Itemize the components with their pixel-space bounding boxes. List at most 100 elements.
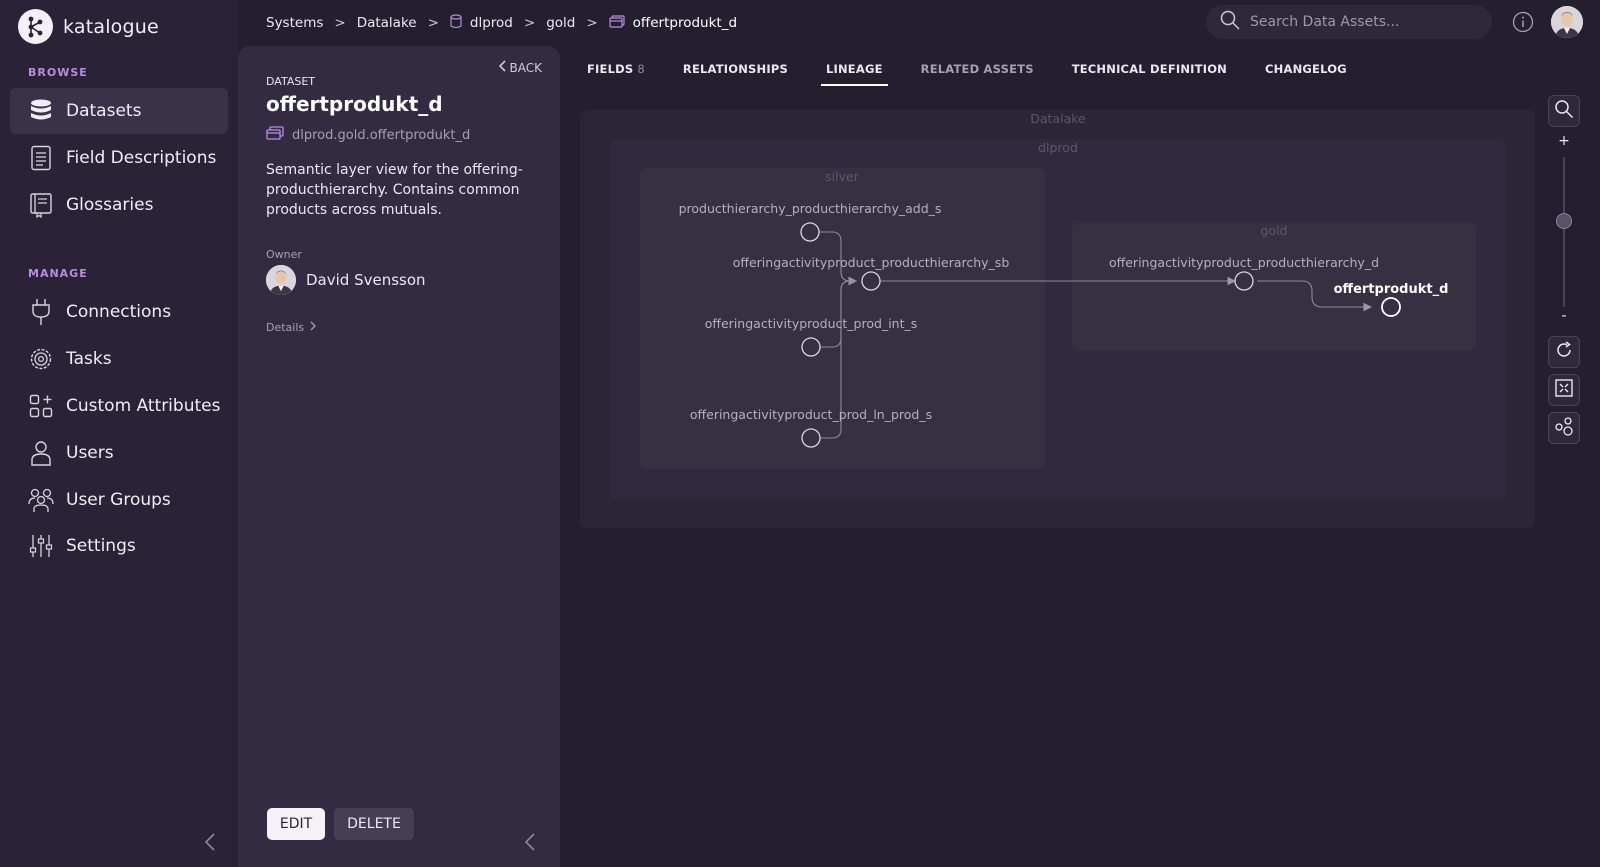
sidebar-item-connections[interactable]: Connections bbox=[10, 289, 228, 335]
sidebar-item-label: User Groups bbox=[66, 490, 171, 510]
asset-type-label: DATASET bbox=[266, 75, 315, 88]
view-icon bbox=[609, 14, 625, 32]
lineage-canvas[interactable]: Datalake dlprod silver gold producthiera… bbox=[560, 92, 1600, 867]
zoom-in-button[interactable]: + bbox=[1548, 133, 1580, 149]
collapse-panel-button[interactable] bbox=[520, 832, 540, 856]
owner-name: David Svensson bbox=[306, 271, 426, 289]
sidebar-item-glossaries[interactable]: Glossaries bbox=[10, 182, 228, 228]
tab-fields[interactable]: FIELDS 8 bbox=[582, 60, 650, 86]
dataset-title: offertprodukt_d bbox=[266, 92, 443, 116]
reset-view-button[interactable] bbox=[1548, 336, 1580, 368]
gear-icon bbox=[28, 346, 54, 372]
group-label-silver: silver bbox=[825, 169, 860, 184]
search-input[interactable] bbox=[1250, 14, 1480, 30]
node-circle[interactable] bbox=[861, 271, 881, 291]
zoom-out-button[interactable]: - bbox=[1548, 308, 1580, 324]
group-label-dlprod: dlprod bbox=[1038, 140, 1078, 155]
tab-lineage[interactable]: LINEAGE bbox=[820, 60, 888, 86]
breadcrumb-item-current: offertprodukt_d bbox=[609, 14, 738, 32]
breadcrumb-item-dlprod[interactable]: dlprod bbox=[450, 13, 513, 33]
search-bar[interactable] bbox=[1206, 5, 1492, 39]
sliders-icon bbox=[28, 533, 54, 559]
manage-section-title: MANAGE bbox=[28, 267, 88, 280]
delete-button[interactable]: DELETE bbox=[334, 808, 414, 840]
plug-icon bbox=[28, 299, 54, 325]
app-logo[interactable]: katalogue bbox=[18, 9, 159, 44]
tab-related-assets[interactable]: RELATED ASSETS bbox=[916, 60, 1039, 86]
sidebar-item-tasks[interactable]: Tasks bbox=[10, 336, 228, 382]
owner[interactable]: David Svensson bbox=[266, 265, 426, 295]
node-circle[interactable] bbox=[801, 428, 821, 448]
sidebar-item-custom-attributes[interactable]: Custom Attributes bbox=[10, 383, 228, 429]
layout-button[interactable] bbox=[1548, 412, 1580, 444]
node-circle[interactable] bbox=[1381, 297, 1401, 317]
chevron-left-icon bbox=[498, 60, 506, 75]
breadcrumb-item-datalake[interactable]: Datalake bbox=[357, 15, 417, 31]
node-circle[interactable] bbox=[801, 337, 821, 357]
zoom-slider-track[interactable] bbox=[1563, 157, 1565, 307]
back-button[interactable]: BACK bbox=[498, 60, 542, 75]
sidebar-item-users[interactable]: Users bbox=[10, 430, 228, 476]
node-circle[interactable] bbox=[1234, 271, 1254, 291]
zoom-search-button[interactable] bbox=[1548, 95, 1580, 127]
dataset-path: dlprod.gold.offertprodukt_d bbox=[266, 126, 470, 144]
breadcrumb-item-gold[interactable]: gold bbox=[546, 15, 575, 31]
info-icon bbox=[1512, 11, 1534, 37]
tab-technical-definition[interactable]: TECHNICAL DEFINITION bbox=[1067, 60, 1232, 86]
tab-label: FIELDS bbox=[587, 62, 634, 76]
database-icon bbox=[28, 98, 54, 124]
shapes-icon bbox=[28, 393, 54, 419]
katalogue-logo-icon bbox=[18, 9, 53, 44]
breadcrumb-label: offertprodukt_d bbox=[632, 15, 738, 31]
fit-view-button[interactable] bbox=[1548, 374, 1580, 406]
sidebar-item-datasets[interactable]: Datasets bbox=[10, 88, 228, 134]
chevron-right-icon bbox=[310, 321, 317, 334]
zoom-slider-handle[interactable] bbox=[1556, 213, 1572, 229]
back-label: BACK bbox=[509, 60, 542, 75]
breadcrumb-separator: > bbox=[427, 15, 439, 31]
sidebar-item-label: Settings bbox=[66, 536, 136, 556]
sidebar-item-label: Users bbox=[66, 443, 114, 463]
fit-screen-icon bbox=[1554, 378, 1574, 402]
tab-bar: FIELDS 8 RELATIONSHIPS LINEAGE RELATED AS… bbox=[582, 60, 1380, 86]
owner-label: Owner bbox=[266, 248, 302, 261]
group-label-datalake: Datalake bbox=[1030, 111, 1086, 126]
sidebar-item-user-groups[interactable]: User Groups bbox=[10, 477, 228, 523]
node-label: producthierarchy_producthierarchy_add_s bbox=[679, 201, 942, 216]
breadcrumb-item-systems[interactable]: Systems bbox=[266, 15, 323, 31]
group-label-gold: gold bbox=[1261, 223, 1288, 238]
chevron-left-icon bbox=[524, 832, 536, 856]
node-label: offeringactivityproduct_prod_int_s bbox=[705, 316, 918, 331]
sidebar-item-label: Connections bbox=[66, 302, 172, 322]
node-label: offertprodukt_d bbox=[1334, 282, 1449, 297]
user-icon bbox=[28, 440, 54, 466]
app-name: katalogue bbox=[63, 15, 159, 38]
node-label: offeringactivityproduct_producthierarchy… bbox=[733, 255, 1010, 270]
breadcrumb-separator: > bbox=[334, 15, 346, 31]
chevron-left-icon bbox=[204, 832, 216, 856]
fields-count: 8 bbox=[637, 62, 645, 76]
edit-button[interactable]: EDIT bbox=[267, 808, 325, 840]
users-icon bbox=[28, 487, 54, 513]
view-icon bbox=[266, 126, 284, 144]
sidebar-item-label: Field Descriptions bbox=[66, 148, 217, 168]
sidebar-item-settings[interactable]: Settings bbox=[10, 523, 228, 569]
details-toggle[interactable]: Details bbox=[266, 321, 317, 334]
sidebar-item-label: Custom Attributes bbox=[66, 396, 221, 416]
sidebar-item-field-descriptions[interactable]: Field Descriptions bbox=[10, 135, 228, 181]
info-button[interactable] bbox=[1512, 11, 1534, 33]
database-small-icon bbox=[450, 13, 462, 33]
document-icon bbox=[28, 145, 54, 171]
dataset-detail-panel: BACK DATASET offertprodukt_d dlprod.gold… bbox=[238, 46, 560, 867]
user-avatar[interactable] bbox=[1551, 6, 1583, 38]
browse-section-title: BROWSE bbox=[28, 66, 88, 79]
tab-relationships[interactable]: RELATIONSHIPS bbox=[678, 60, 793, 86]
breadcrumb: Systems > Datalake > dlprod > gold > off… bbox=[266, 13, 737, 33]
node-label: offeringactivityproduct_prod_ln_prod_s bbox=[690, 407, 932, 422]
collapse-sidebar-button[interactable] bbox=[200, 832, 220, 856]
tab-changelog[interactable]: CHANGELOG bbox=[1260, 60, 1352, 86]
avatar-image bbox=[1551, 6, 1583, 38]
node-circle[interactable] bbox=[800, 222, 820, 242]
breadcrumb-separator: > bbox=[523, 15, 536, 31]
owner-avatar bbox=[266, 265, 296, 295]
